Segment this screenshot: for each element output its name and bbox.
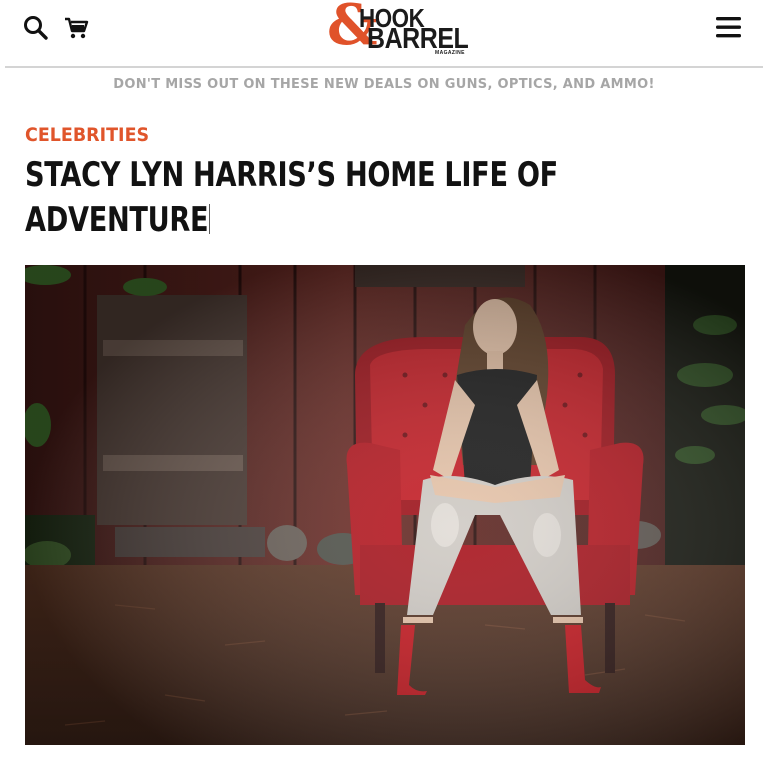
site-logo[interactable]: & HOOK BARREL MAGAZINE [327,0,477,59]
search-icon [24,16,48,40]
promo-banner[interactable]: DON'T MISS OUT ON THESE NEW DEALS ON GUN… [0,77,768,92]
header-divider [5,66,763,68]
cart-icon [65,17,89,39]
text-cursor [209,204,210,234]
menu-button[interactable] [712,14,744,42]
site-header: & HOOK BARREL MAGAZINE [0,0,768,66]
hero-image [25,265,745,745]
hamburger-menu-icon [716,17,741,38]
article-title: STACY LYN HARRIS’S HOME LIFE OF ADVENTUR… [25,153,665,243]
article-title-text: STACY LYN HARRIS’S HOME LIFE OF ADVENTUR… [25,155,558,240]
category-link[interactable]: CELEBRITIES [25,124,149,146]
cart-button[interactable] [62,14,90,42]
search-button[interactable] [22,14,50,42]
logo-magazine-label: MAGAZINE [435,50,465,56]
